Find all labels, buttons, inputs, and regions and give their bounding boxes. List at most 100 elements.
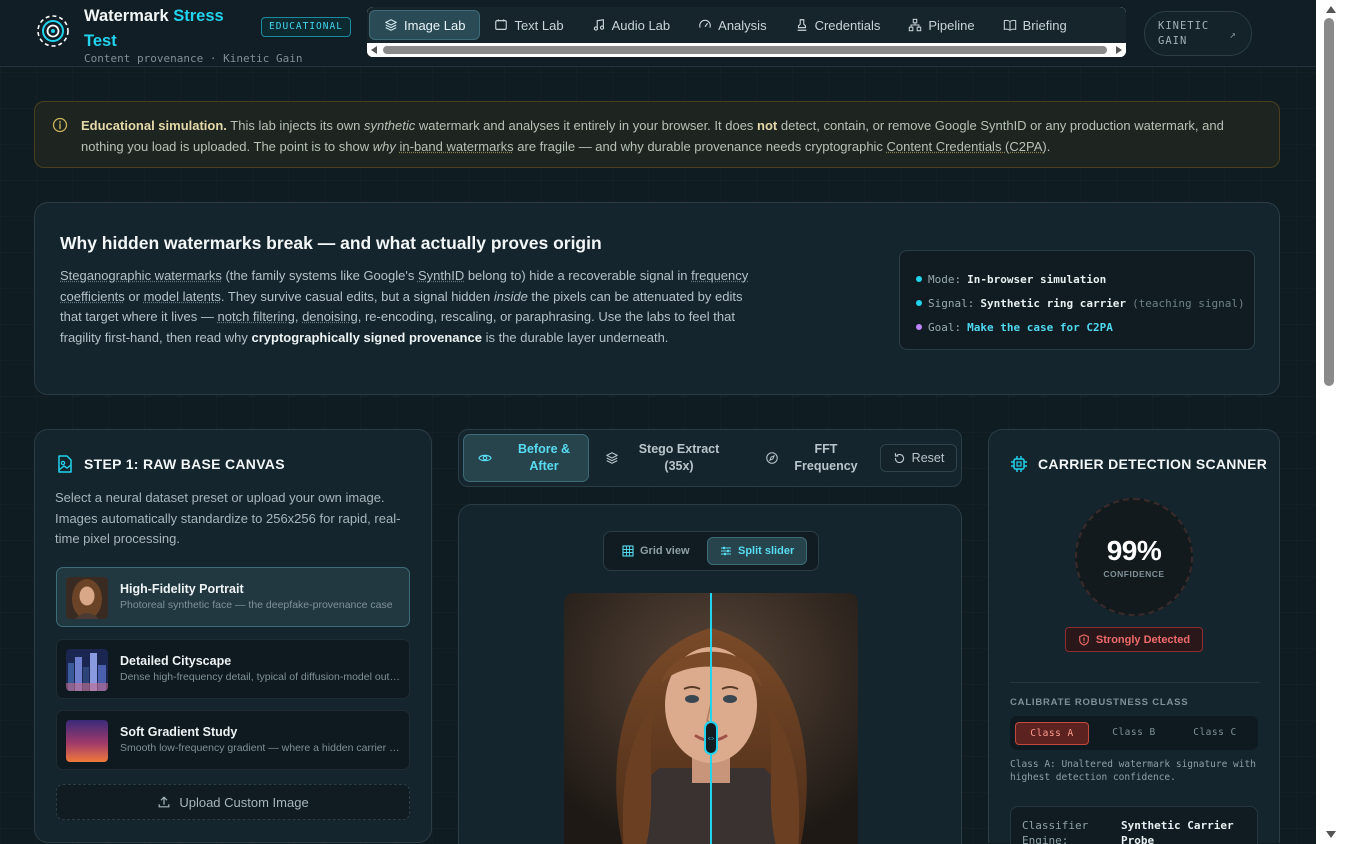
preset-title: Detailed Cityscape [120, 654, 231, 668]
status-value: Synthetic ring carrier [980, 297, 1126, 310]
kinetic-line1: KINETIC [1158, 19, 1251, 34]
kinetic-gain-link[interactable]: KINETIC GAIN ↗ [1144, 11, 1252, 56]
model-latents-link[interactable]: model latents [144, 289, 221, 304]
gauge-icon [698, 18, 712, 32]
confidence-value: 99% [1107, 535, 1162, 567]
split-slider-button[interactable]: Split slider [707, 537, 807, 565]
robustness-class-selector: Class A Class B Class C [1010, 716, 1258, 750]
mode-label: FFT Frequency [789, 441, 863, 475]
why-strong: cryptographically signed provenance [251, 330, 481, 345]
synthid-link[interactable]: SynthID [418, 268, 464, 283]
detection-status-text: Strongly Detected [1096, 634, 1190, 646]
image-preview-panel: Grid view Split slider ⇔ [458, 504, 962, 844]
step1-title: STEP 1: RAW BASE CANVAS [55, 454, 285, 474]
view-mode-bar: Before & After Stego Extract (35x) FFT Freq… [458, 429, 962, 487]
status-extra: (teaching signal) [1132, 297, 1245, 310]
tab-text-lab[interactable]: Text Lab [480, 10, 577, 40]
tab-image-lab[interactable]: Image Lab [369, 10, 480, 40]
preset-subtitle: Photoreal synthetic face — the deepfake-… [120, 599, 404, 611]
status-row-goal: Goal: Make the case for C2PA [916, 315, 1254, 339]
upload-icon [157, 795, 171, 809]
denoising-link[interactable]: denoising [302, 309, 358, 324]
scroll-down-icon[interactable] [1326, 831, 1336, 838]
mode-label-line2: Frequency [794, 459, 857, 473]
scroll-up-icon[interactable] [1326, 6, 1336, 13]
preset-cityscape[interactable]: Detailed Cityscape Dense high-frequency … [56, 639, 410, 699]
status-dot [916, 300, 922, 306]
carrier-detection-scanner: CARRIER DETECTION SCANNER 99% CONFIDENCE… [988, 429, 1280, 843]
class-c-button[interactable]: Class C [1178, 722, 1252, 745]
logo-icon [36, 14, 70, 48]
notch-filtering-link[interactable]: notch filtering [218, 309, 295, 324]
chip-icon [1009, 454, 1029, 474]
c2pa-link[interactable]: Content Credentials (C2PA) [887, 139, 1047, 154]
confidence-gauge: 99% CONFIDENCE [1075, 498, 1193, 616]
preset-title: Soft Gradient Study [120, 725, 237, 739]
step1-card: STEP 1: RAW BASE CANVAS Select a neural … [34, 429, 432, 843]
reset-button[interactable]: Reset [880, 444, 957, 472]
notice-text: . [1047, 139, 1051, 154]
upload-custom-image-button[interactable]: Upload Custom Image [56, 784, 410, 820]
nav-tabs-container: Image Lab Text Lab Audio Lab Analysis Cr… [367, 7, 1126, 57]
tab-analysis[interactable]: Analysis [684, 10, 780, 40]
page-scrollbar[interactable] [1316, 0, 1346, 844]
steganographic-link[interactable]: Steganographic watermarks [60, 268, 222, 283]
why-text: is the durable layer underneath. [482, 330, 668, 345]
tab-label: Briefing [1023, 18, 1067, 33]
mode-stego-extract[interactable]: Stego Extract (35x) [605, 434, 735, 482]
why-text: or [125, 289, 144, 304]
tab-label: Pipeline [928, 18, 974, 33]
notice-em: why [373, 139, 396, 154]
mode-label-line1: FFT [815, 442, 838, 456]
engine-key: Classifier Engine: [1022, 818, 1112, 844]
step1-description: Select a neural dataset preset or upload… [55, 488, 415, 550]
notice-lead: Educational simulation. [81, 118, 227, 133]
status-value: In-browser simulation [967, 273, 1106, 286]
portrait-preview-image[interactable]: ⇔ [564, 593, 858, 844]
status-key: Goal: [928, 321, 961, 334]
detection-status-badge: Strongly Detected [1065, 627, 1203, 652]
calibrate-title: CALIBRATE ROBUSTNESS CLASS [1010, 697, 1188, 708]
grid-view-button[interactable]: Grid view [610, 537, 702, 565]
app-subtitle: Content provenance · Kinetic Gain [84, 52, 303, 65]
notice-text: are fragile — and why durable provenance… [514, 139, 887, 154]
class-description: Class A: Unaltered watermark signature w… [1010, 758, 1264, 784]
preset-portrait[interactable]: High-Fidelity Portrait Photoreal synthet… [56, 567, 410, 627]
why-text: (the family systems like Google's [222, 268, 418, 283]
preset-subtitle: Dense high-frequency detail, typical of … [120, 671, 404, 683]
class-a-button[interactable]: Class A [1015, 722, 1089, 745]
status-row-mode: Mode: In-browser simulation [916, 267, 1254, 291]
mode-label-line1: Before & [518, 442, 570, 456]
reset-label: Reset [912, 451, 945, 465]
eye-icon [478, 451, 492, 465]
scanner-title-text: CARRIER DETECTION SCANNER [1038, 456, 1267, 472]
class-b-button[interactable]: Class B [1097, 722, 1171, 745]
split-divider-line[interactable] [710, 593, 712, 844]
split-handle-icon[interactable]: ⇔ [704, 721, 718, 755]
tab-pipeline[interactable]: Pipeline [894, 10, 988, 40]
page-scrollbar-thumb[interactable] [1324, 18, 1334, 386]
scroll-left-icon[interactable] [371, 46, 377, 54]
scanner-title: CARRIER DETECTION SCANNER [1009, 454, 1267, 474]
mode-label: Stego Extract (35x) [629, 441, 729, 475]
nav-scrollbar[interactable] [367, 43, 1126, 57]
mode-fft-frequency[interactable]: FFT Frequency [765, 434, 875, 482]
scroll-right-icon[interactable] [1116, 46, 1122, 54]
tab-label: Analysis [718, 18, 766, 33]
upload-label: Upload Custom Image [179, 795, 308, 810]
in-band-link[interactable]: in-band watermarks [400, 139, 514, 154]
tab-credentials[interactable]: Credentials [781, 10, 895, 40]
tab-briefing[interactable]: Briefing [989, 10, 1081, 40]
scrollbar-thumb[interactable] [383, 46, 1107, 54]
preset-gradient[interactable]: Soft Gradient Study Smooth low-frequency… [56, 710, 410, 770]
app-header: Watermark Stress Test Content provenance… [0, 0, 1316, 67]
tab-audio-lab[interactable]: Audio Lab [578, 10, 685, 40]
simulation-status-box: Mode: In-browser simulation Signal: Synt… [899, 250, 1255, 350]
mode-label: Before & After [502, 441, 586, 475]
portrait-thumbnail [66, 577, 108, 619]
engine-value: Synthetic Carrier Probe [1121, 818, 1251, 844]
mode-before-after[interactable]: Before & After [463, 434, 589, 482]
tab-label: Credentials [815, 18, 881, 33]
why-em: inside [494, 289, 528, 304]
mode-label-line1: Stego Extract [639, 442, 720, 456]
